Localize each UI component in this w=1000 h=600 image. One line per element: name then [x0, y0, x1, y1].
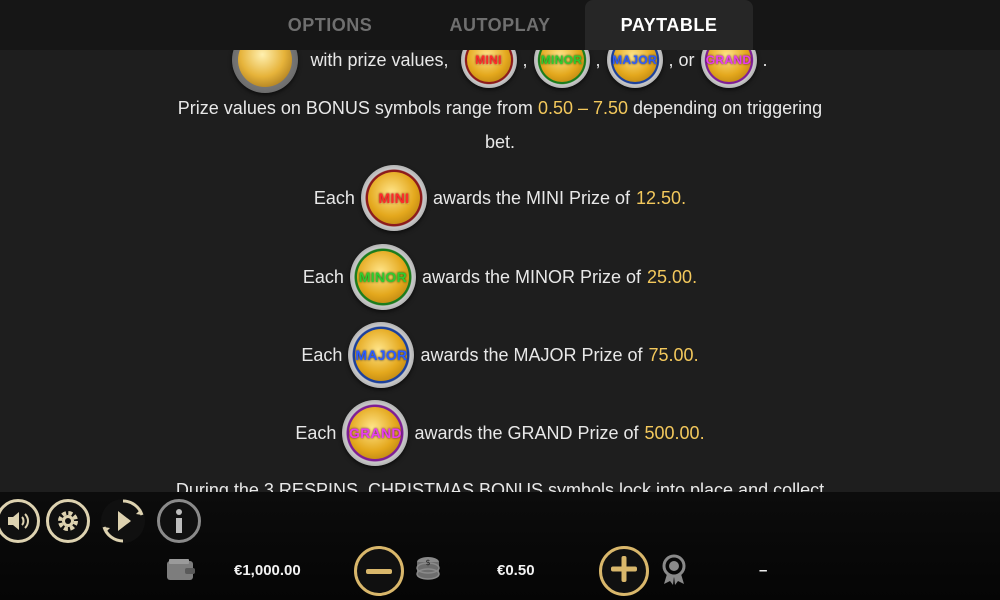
- prize-text: awards the MINI Prize of: [432, 187, 631, 208]
- bottom-control-bar: €1,000.00 $ €0.50 –: [0, 492, 1000, 600]
- gear-icon: [55, 508, 81, 534]
- prize-value: 500.00.: [644, 422, 705, 443]
- top-line-text: with prize values,: [310, 49, 449, 70]
- prize-range-line: Prize values on BONUS symbols range from…: [0, 96, 1000, 120]
- info-icon: [172, 508, 186, 534]
- coins-icon: $: [414, 554, 442, 589]
- range-suffix: depending on triggering: [633, 97, 823, 118]
- sound-button[interactable]: [0, 499, 40, 543]
- tab-bar: OPTIONS AUTOPLAY PAYTABLE: [0, 0, 1000, 50]
- grand-coin-icon: GRAND: [342, 400, 409, 466]
- range-line2: bet.: [484, 131, 516, 152]
- tab-autoplay[interactable]: AUTOPLAY: [420, 0, 580, 50]
- prize-text: awards the GRAND Prize of: [414, 422, 639, 443]
- prize-row-major: Each MAJOR awards the MAJOR Prize of 75.…: [0, 321, 1000, 389]
- prize-value: 12.50.: [636, 187, 687, 208]
- each-label: Each: [295, 422, 337, 443]
- each-label: Each: [313, 187, 355, 208]
- award-icon: [659, 554, 689, 591]
- range-dash: –: [577, 97, 588, 118]
- prize-row-minor: Each MINOR awards the MINOR Prize of 25.…: [0, 243, 1000, 311]
- prize-row-mini: Each MINI awards the MINI Prize of 12.50…: [0, 164, 1000, 232]
- settings-button[interactable]: [46, 499, 90, 543]
- top-line-sep: , or: [668, 49, 695, 70]
- svg-text:$: $: [425, 558, 430, 567]
- minor-coin-icon: MINOR: [349, 244, 416, 310]
- info-button[interactable]: [157, 499, 201, 543]
- autoplay-icon: [99, 497, 147, 545]
- range-prefix: Prize values on BONUS symbols range from: [177, 97, 533, 118]
- range-max: 7.50: [593, 97, 629, 118]
- each-label: Each: [301, 344, 343, 365]
- tab-paytable[interactable]: PAYTABLE: [585, 0, 753, 50]
- mini-coin-icon: MINI: [360, 165, 427, 231]
- decrease-bet-button[interactable]: [354, 546, 404, 596]
- paytable-content: with prize values, MINI , MINOR , MAJOR …: [0, 0, 1000, 492]
- range-min: 0.50: [537, 97, 573, 118]
- autoplay-button[interactable]: [101, 499, 145, 543]
- prize-range-line-2: bet.: [0, 130, 1000, 154]
- top-line-sep: ,: [522, 49, 528, 70]
- balance-value: €1,000.00: [234, 562, 301, 579]
- prize-text: awards the MAJOR Prize of: [420, 344, 643, 365]
- prize-row-grand: Each GRAND awards the GRAND Prize of 500…: [0, 399, 1000, 467]
- wallet-icon: [166, 558, 196, 587]
- major-coin-icon: MAJOR: [348, 322, 415, 388]
- increase-bet-button[interactable]: [599, 546, 649, 596]
- plus-icon: [611, 555, 637, 587]
- prize-text: awards the MINOR Prize of: [421, 266, 642, 287]
- each-label: Each: [302, 266, 344, 287]
- sound-icon: [6, 510, 30, 532]
- tab-options[interactable]: OPTIONS: [250, 0, 410, 50]
- top-line-sep: ,: [595, 49, 601, 70]
- bet-value: €0.50: [497, 562, 535, 579]
- prize-value: 25.00.: [647, 266, 698, 287]
- top-line-end: .: [762, 49, 768, 70]
- minus-icon: [366, 562, 392, 580]
- win-value: –: [759, 562, 768, 579]
- respins-description: During the 3 RESPINS, CHRISTMAS BONUS sy…: [175, 479, 825, 493]
- prize-value: 75.00.: [648, 344, 699, 365]
